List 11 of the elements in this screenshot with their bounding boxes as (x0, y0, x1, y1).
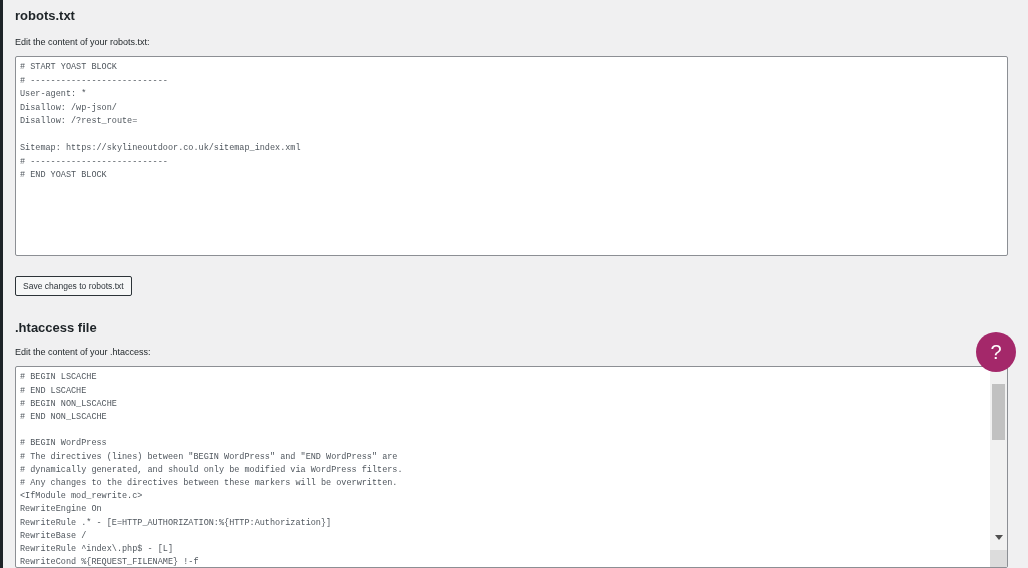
robots-textarea[interactable]: # START YOAST BLOCK # --------------------------- User-agent: * Disallow: /wp-json/ Disallow: /?rest_route= Sitemap: https://skylineoutdoor.co.uk/sitemap_index.xml # --------------------------- # END YOAST BLOCK (15, 56, 1008, 256)
scroll-down-icon[interactable] (994, 535, 1003, 540)
scrollbar-thumb[interactable] (992, 384, 1005, 441)
scrollbar[interactable] (990, 367, 1007, 567)
section-heading: robots.txt (15, 7, 75, 25)
field-label: Edit the content of your .htaccess: (15, 345, 151, 359)
save-button[interactable]: Save changes to robots.txt (15, 275, 132, 297)
help-button[interactable]: ? (976, 332, 1016, 372)
section-heading: .htaccess file (15, 319, 97, 338)
field-label: Edit the content of your robots.txt: (15, 35, 150, 49)
resize-handle[interactable] (990, 550, 1007, 567)
